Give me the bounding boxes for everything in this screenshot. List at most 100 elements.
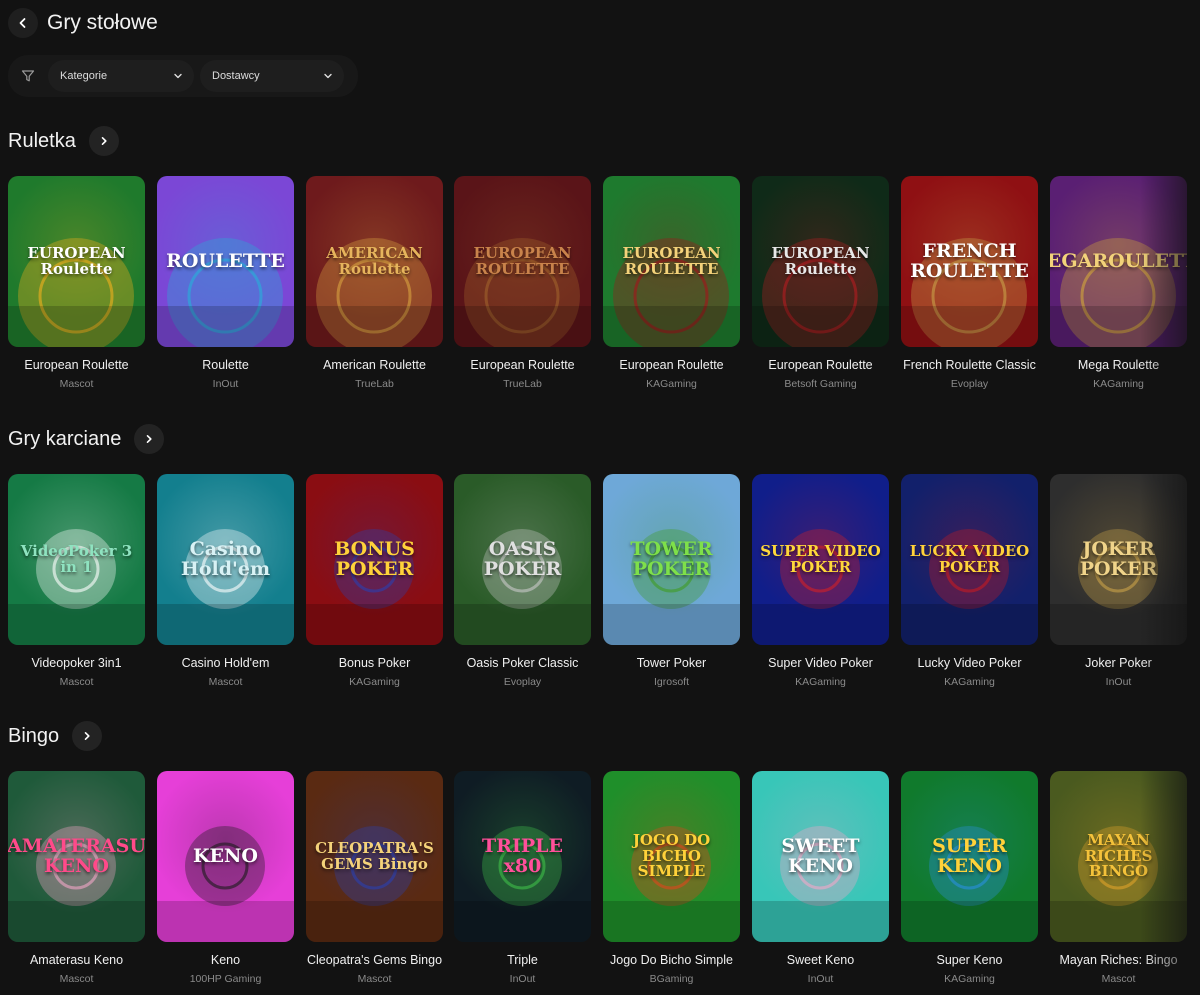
game-provider: Mascot	[357, 973, 392, 985]
game-card-bonus-poker[interactable]: BONUS POKER Bonus Poker KAGaming	[306, 474, 443, 688]
game-thumbnail[interactable]: KENO	[157, 771, 294, 942]
thumbnail-logo-text: AMERICAN Roulette	[326, 243, 423, 278]
game-name[interactable]: Oasis Poker Classic	[444, 656, 601, 670]
game-thumbnail[interactable]: EUROPEAN ROULETTE	[603, 176, 740, 347]
game-card-super-keno[interactable]: SUPER KENO Super Keno KAGaming	[901, 771, 1038, 985]
game-card-oasis-poker-classic[interactable]: OASIS POKER Oasis Poker Classic Evoplay	[454, 474, 591, 688]
game-name[interactable]: Cleopatra's Gems Bingo	[296, 953, 453, 967]
game-provider: KAGaming	[1093, 378, 1144, 390]
game-name[interactable]: Tower Poker	[593, 656, 750, 670]
section-bingo: Bingo AMATERASU KENO Amaterasu Keno Mascot K…	[0, 721, 1200, 995]
game-name[interactable]: American Roulette	[296, 358, 453, 372]
game-card-amaterasu-keno[interactable]: AMATERASU KENO Amaterasu Keno Mascot	[8, 771, 145, 985]
game-provider: Evoplay	[950, 378, 989, 390]
game-name[interactable]: Videopoker 3in1	[0, 656, 155, 670]
game-thumbnail[interactable]: MAYAN RICHES BINGO	[1050, 771, 1187, 942]
game-thumbnail[interactable]: EUROPEAN Roulette	[752, 176, 889, 347]
category-dropdown[interactable]: Kategorie	[48, 60, 194, 92]
game-name[interactable]: European Roulette	[742, 358, 899, 372]
section-more-button[interactable]	[134, 424, 165, 454]
game-name[interactable]: French Roulette Classic	[891, 358, 1048, 372]
game-name[interactable]: Sweet Keno	[742, 953, 899, 967]
game-thumbnail[interactable]: AMERICAN Roulette	[306, 176, 443, 347]
game-provider: KAGaming	[795, 676, 846, 688]
section-more-button[interactable]	[72, 721, 103, 751]
game-provider: InOut	[807, 973, 834, 985]
game-provider: InOut	[509, 973, 536, 985]
funnel-icon[interactable]	[16, 64, 40, 88]
game-thumbnail[interactable]: AMATERASU KENO	[8, 771, 145, 942]
game-thumbnail[interactable]: EUROPEAN ROULETTE	[454, 176, 591, 347]
game-card-european-roulette[interactable]: EUROPEAN Roulette European Roulette Betsof…	[752, 176, 889, 390]
game-thumbnail[interactable]: EUROPEAN Roulette	[8, 176, 145, 347]
game-thumbnail[interactable]: TRIPLE x80	[454, 771, 591, 942]
game-name[interactable]: Keno	[147, 953, 304, 967]
game-name[interactable]: European Roulette	[593, 358, 750, 372]
game-name[interactable]: European Roulette	[444, 358, 601, 372]
game-thumbnail[interactable]: SUPER VIDEO POKER	[752, 474, 889, 645]
game-name[interactable]: Jogo Do Bicho Simple	[593, 953, 750, 967]
provider-dropdown[interactable]: Dostawcy	[200, 60, 344, 92]
game-card-cleopatra-s-gems-bingo[interactable]: CLEOPATRA'S GEMS Bingo Cleopatra's Gems B…	[306, 771, 443, 985]
game-name[interactable]: Super Video Poker	[742, 656, 899, 670]
thumbnail-logo-text: TRIPLE x80	[482, 834, 563, 877]
game-thumbnail[interactable]: SWEET KENO	[752, 771, 889, 942]
game-name[interactable]: Casino Hold'em	[147, 656, 304, 670]
game-card-french-roulette-classic[interactable]: FRENCH ROULETTE French Roulette Classic Ev…	[901, 176, 1038, 390]
back-button[interactable]	[8, 8, 38, 38]
game-name[interactable]: Bonus Poker	[296, 656, 453, 670]
game-thumbnail[interactable]: VideoPoker 3 in 1	[8, 474, 145, 645]
thumbnail-logo-text: JOKER POKER	[1079, 537, 1158, 580]
game-row: AMATERASU KENO Amaterasu Keno Mascot KENO Ke…	[8, 771, 1200, 995]
game-card-lucky-video-poker[interactable]: LUCKY VIDEO POKER Lucky Video Poker KAGami…	[901, 474, 1038, 688]
game-card-roulette[interactable]: ROULETTE Roulette InOut	[157, 176, 294, 390]
game-thumbnail[interactable]: MEGAROULETTE	[1050, 176, 1187, 347]
game-thumbnail[interactable]: LUCKY VIDEO POKER	[901, 474, 1038, 645]
game-thumbnail[interactable]: BONUS POKER	[306, 474, 443, 645]
game-name[interactable]: Joker Poker	[1040, 656, 1197, 670]
game-provider: BGaming	[649, 973, 694, 985]
chevron-down-icon	[174, 73, 182, 79]
game-thumbnail[interactable]: CLEOPATRA'S GEMS Bingo	[306, 771, 443, 942]
game-thumbnail[interactable]: Casino Hold'em	[157, 474, 294, 645]
game-card-american-roulette[interactable]: AMERICAN Roulette American Roulette TrueLa…	[306, 176, 443, 390]
game-thumbnail[interactable]: JOKER POKER	[1050, 474, 1187, 645]
game-provider: KAGaming	[944, 676, 995, 688]
game-name[interactable]: Mega Roulette	[1040, 358, 1197, 372]
game-card-super-video-poker[interactable]: SUPER VIDEO POKER Super Video Poker KAGami…	[752, 474, 889, 688]
thumbnail-logo-text: BONUS POKER	[334, 537, 415, 580]
game-card-mega-roulette[interactable]: MEGAROULETTEMega RouletteKAGaming	[1050, 176, 1187, 390]
provider-dropdown-label: Dostawcy	[212, 70, 260, 82]
thumbnail-logo-text: FRENCH ROULETTE	[910, 239, 1029, 282]
game-card-keno[interactable]: KENO Keno 100HP Gaming	[157, 771, 294, 985]
game-card-european-roulette[interactable]: EUROPEAN ROULETTE European Roulette TrueLa…	[454, 176, 591, 390]
game-thumbnail[interactable]: ROULETTE	[157, 176, 294, 347]
game-thumbnail[interactable]: FRENCH ROULETTE	[901, 176, 1038, 347]
game-name[interactable]: Lucky Video Poker	[891, 656, 1048, 670]
game-card-videopoker-3in1[interactable]: VideoPoker 3 in 1 Videopoker 3in1 Mascot	[8, 474, 145, 688]
game-name[interactable]: Super Keno	[891, 953, 1048, 967]
game-card-casino-hold-em[interactable]: Casino Hold'em Casino Hold'em Mascot	[157, 474, 294, 688]
game-thumbnail[interactable]: TOWER POKER	[603, 474, 740, 645]
game-name[interactable]: Roulette	[147, 358, 304, 372]
game-name[interactable]: European Roulette	[0, 358, 155, 372]
game-card-joker-poker[interactable]: JOKER POKER Joker Poker InOut	[1050, 474, 1187, 688]
game-card-european-roulette[interactable]: EUROPEAN ROULETTE European Roulette KAGami…	[603, 176, 740, 390]
game-card-tower-poker[interactable]: TOWER POKER Tower Poker Igrosoft	[603, 474, 740, 688]
game-name[interactable]: Triple	[444, 953, 601, 967]
game-card-sweet-keno[interactable]: SWEET KENO Sweet Keno InOut	[752, 771, 889, 985]
game-thumbnail[interactable]: JOGO DO BICHO SIMPLE	[603, 771, 740, 942]
game-card-european-roulette[interactable]: EUROPEAN Roulette European Roulette Mascot	[8, 176, 145, 390]
game-thumbnail[interactable]: OASIS POKER	[454, 474, 591, 645]
game-name[interactable]: Mayan Riches: Bingo	[1040, 953, 1197, 967]
category-dropdown-label: Kategorie	[60, 70, 108, 82]
game-name[interactable]: Amaterasu Keno	[0, 953, 155, 967]
game-card-jogo-do-bicho-simple[interactable]: JOGO DO BICHO SIMPLE Jogo Do Bicho Simple…	[603, 771, 740, 985]
section-gry-karciane: Gry karciane VideoPoker 3 in 1 Videopoker …	[0, 424, 1200, 714]
game-thumbnail[interactable]: SUPER KENO	[901, 771, 1038, 942]
thumbnail-logo-text: OASIS POKER	[483, 537, 562, 580]
game-card-triple[interactable]: TRIPLE x80 Triple InOut	[454, 771, 591, 985]
thumbnail-logo-text: JOGO DO BICHO SIMPLE	[632, 830, 711, 881]
game-card-mayan-riches-bingo[interactable]: MAYAN RICHES BINGO Mayan Riches: Bingo Mas…	[1050, 771, 1187, 985]
section-more-button[interactable]	[88, 126, 119, 156]
